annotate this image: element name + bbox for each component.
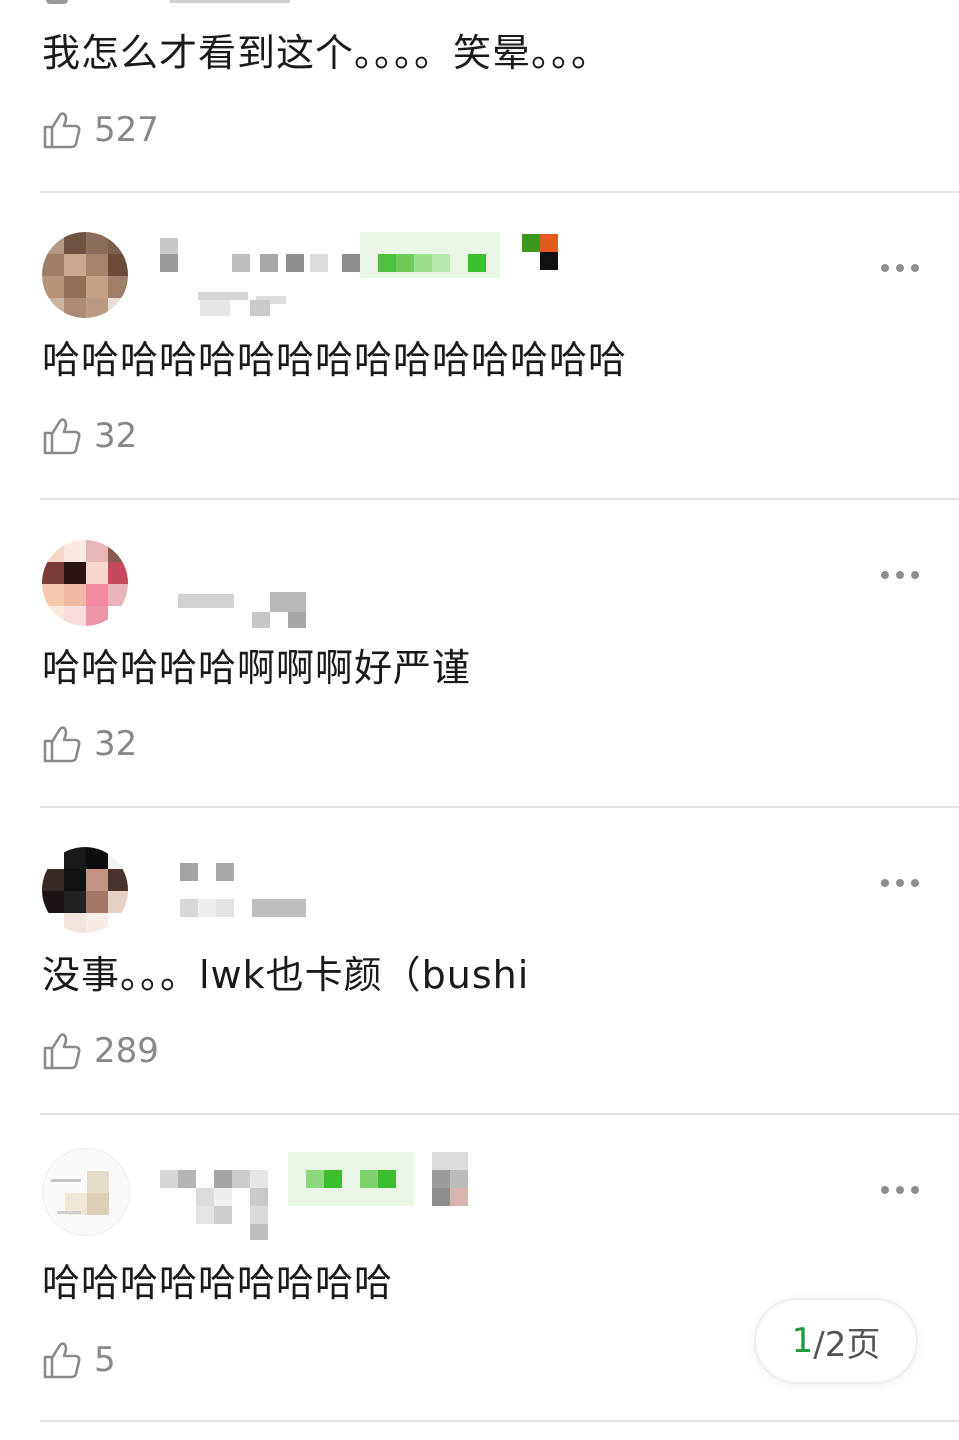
- like-count: 527: [94, 110, 159, 150]
- like-count: 289: [94, 1031, 159, 1071]
- comment-item: 没事。。。lwk也卡颜（bushi 289: [0, 807, 959, 1114]
- username[interactable]: [160, 1150, 480, 1246]
- page-indicator[interactable]: 1/2页: [754, 1298, 918, 1384]
- avatar[interactable]: [42, 1148, 130, 1236]
- comment-text: 哈哈哈哈哈哈哈哈哈: [42, 1261, 394, 1305]
- thumbs-up-icon: [43, 726, 81, 763]
- comment-item: 哈哈哈哈哈啊啊啊好严谨 32: [0, 500, 959, 807]
- comment-text: 哈哈哈哈哈哈哈哈哈哈哈哈哈哈哈: [42, 338, 628, 382]
- comment-text: 没事。。。lwk也卡颜（bushi: [42, 953, 530, 997]
- like-count: 5: [94, 1340, 116, 1380]
- comment-text: 我怎么才看到这个。。。。笑晕。。。: [42, 31, 611, 75]
- more-dots-icon[interactable]: [872, 1178, 928, 1202]
- thumbs-up-icon: [43, 418, 81, 455]
- username[interactable]: [180, 863, 320, 933]
- thumbs-up-icon: [43, 1033, 81, 1070]
- page-total: /2页: [813, 1324, 881, 1365]
- more-dots-icon[interactable]: [872, 563, 928, 587]
- divider: [40, 1420, 959, 1422]
- avatar[interactable]: [42, 232, 128, 318]
- comment-item: 哈哈哈哈哈哈哈哈哈哈哈哈哈哈哈 32: [0, 192, 959, 500]
- like-button[interactable]: 289: [42, 1029, 159, 1073]
- comment-item: 我怎么才看到这个。。。。笑晕。。。 527: [0, 0, 959, 192]
- thumbs-up-icon: [43, 112, 81, 149]
- like-button[interactable]: 5: [42, 1338, 116, 1382]
- current-page: 1: [791, 1321, 814, 1361]
- username[interactable]: [160, 232, 560, 324]
- like-count: 32: [94, 416, 138, 456]
- comment-text: 哈哈哈哈哈啊啊啊好严谨: [42, 646, 472, 690]
- like-count: 32: [94, 724, 138, 764]
- username[interactable]: [178, 590, 318, 634]
- avatar[interactable]: [42, 847, 128, 933]
- more-dots-icon[interactable]: [872, 871, 928, 895]
- thumbs-up-icon: [43, 1342, 81, 1379]
- like-button[interactable]: 32: [42, 722, 137, 766]
- like-button[interactable]: 527: [42, 108, 159, 152]
- like-button[interactable]: 32: [42, 414, 137, 458]
- more-dots-icon[interactable]: [872, 256, 928, 280]
- avatar[interactable]: [42, 540, 128, 626]
